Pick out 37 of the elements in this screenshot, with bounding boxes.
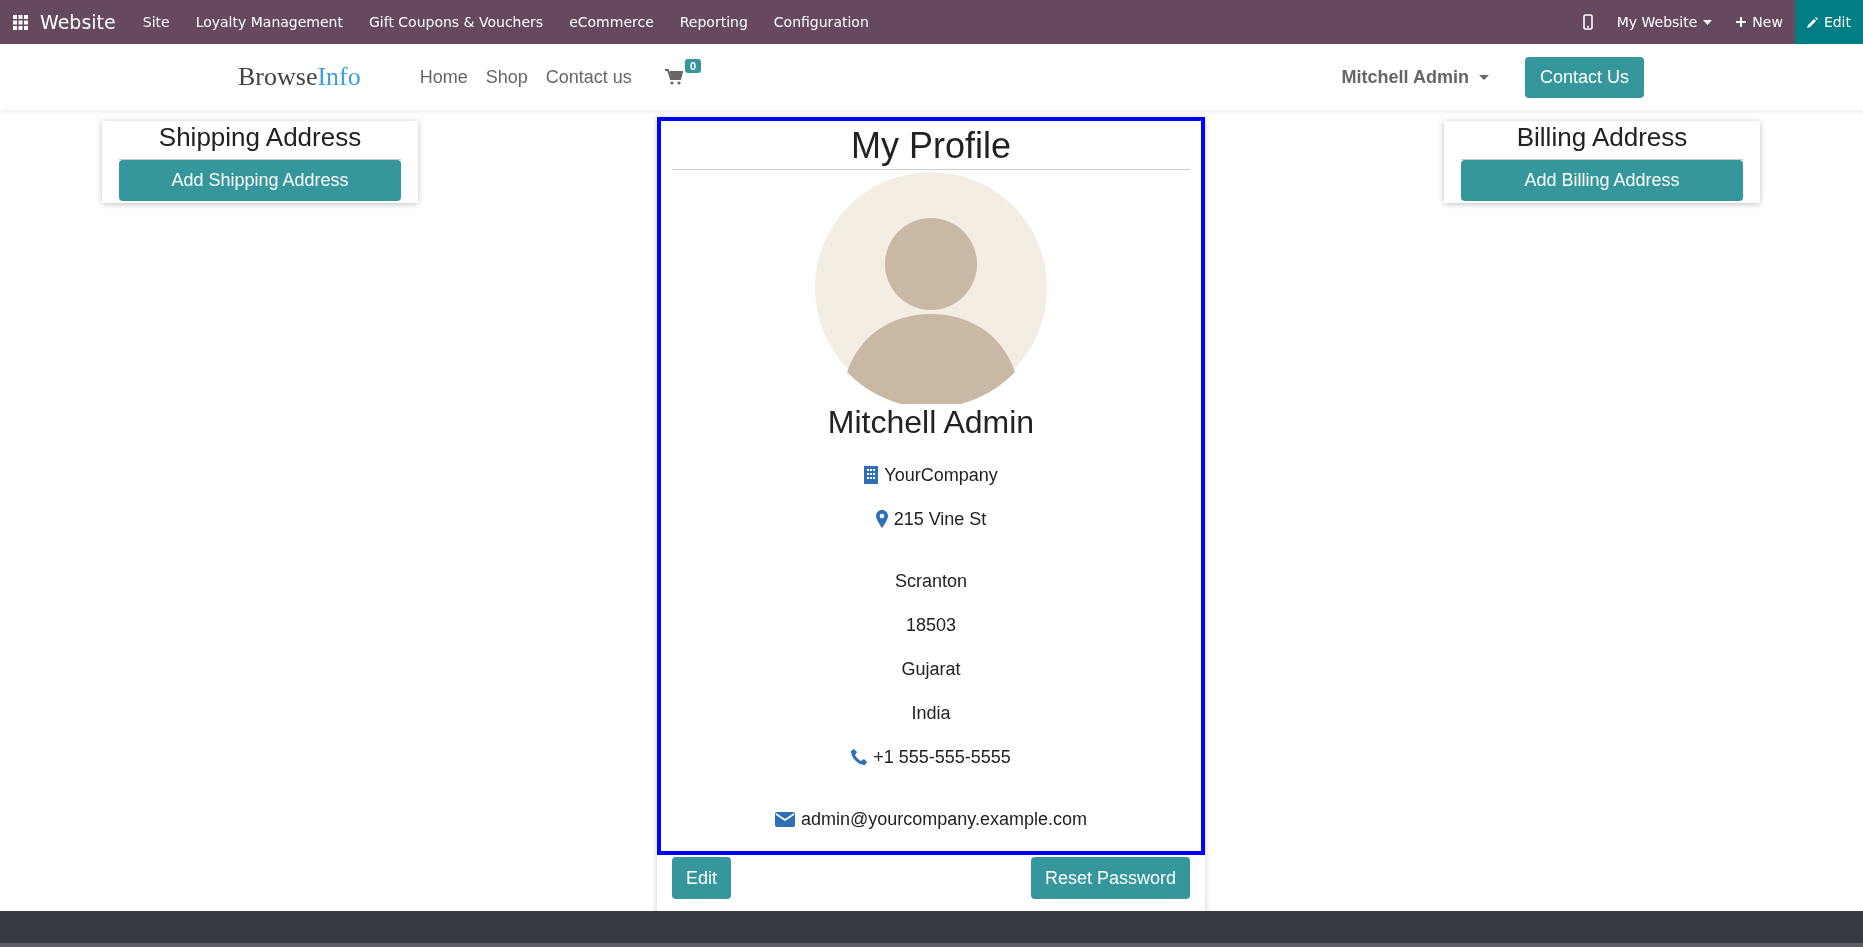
user-menu[interactable]: Mitchell Admin (1341, 66, 1489, 88)
profile-detail: +1 555-555-5555 (873, 746, 1011, 768)
caret-icon (1478, 74, 1489, 80)
profile-name: Mitchell Admin (827, 404, 1035, 441)
pencil-icon (1806, 16, 1818, 28)
menu-item[interactable]: Configuration (760, 14, 882, 30)
building-icon (864, 466, 879, 484)
profile-detail: 215 Vine St (893, 508, 987, 530)
profile-title: My Profile (672, 121, 1190, 170)
phone-icon (851, 749, 868, 765)
caret-icon (1703, 19, 1713, 25)
new-button[interactable]: New (1724, 14, 1795, 30)
profile-detail: admin@yourcompany.example.com (800, 808, 1088, 830)
cart-icon[interactable] (664, 69, 683, 85)
edit-button[interactable]: Edit (1794, 0, 1863, 44)
nav-link[interactable]: Shop (476, 66, 537, 88)
plus-icon (1736, 17, 1747, 27)
menu-item[interactable]: eCommerce (556, 14, 667, 30)
nav-link[interactable]: Contact us (536, 66, 641, 88)
profile-detail: 18503 (905, 614, 957, 636)
profile-detail: India (911, 702, 951, 724)
profile-detail: Scranton (894, 570, 967, 592)
menu-item[interactable]: Reporting (666, 14, 761, 30)
app-name[interactable]: Website (40, 11, 116, 33)
envelope-icon (774, 811, 795, 827)
apps-grid-icon[interactable] (13, 14, 28, 30)
website-selector[interactable]: My Website (1604, 14, 1725, 30)
profile-detail: YourCompany (884, 464, 998, 486)
nav-link[interactable]: Home (410, 66, 477, 88)
cart-count-badge: 0 (684, 59, 701, 73)
site-logo[interactable]: BrowseInfo (238, 62, 361, 92)
profile-detail: Gujarat (901, 658, 961, 680)
menu-item[interactable]: Site (129, 14, 183, 30)
menu-item[interactable]: Loyalty Management (182, 14, 356, 30)
map-pin-icon (875, 510, 888, 528)
mobile-phone-icon[interactable] (1582, 14, 1593, 30)
menu-item[interactable]: Gift Coupons & Vouchers (355, 14, 557, 30)
